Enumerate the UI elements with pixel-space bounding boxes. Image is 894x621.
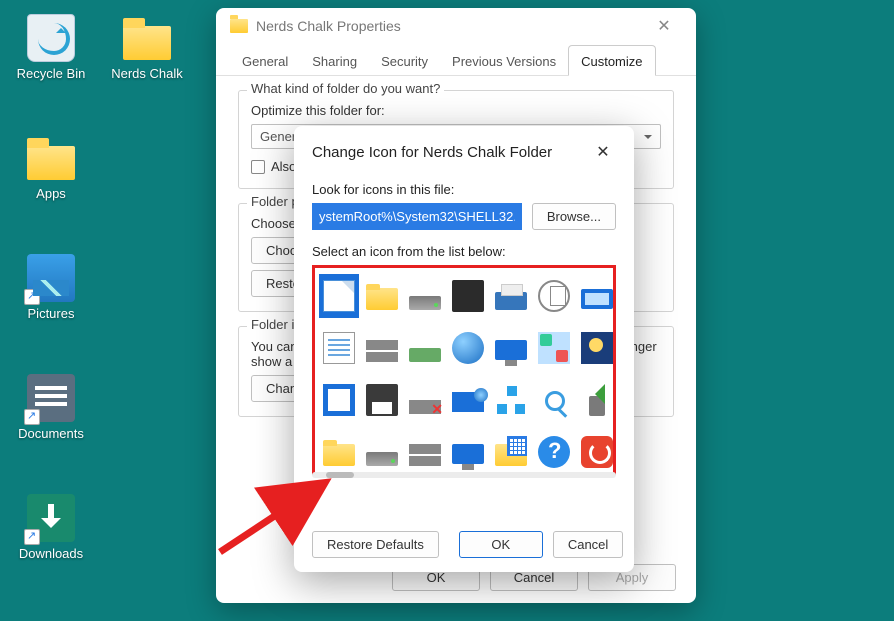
shortcut-arrow-icon: [24, 529, 40, 545]
icon-window[interactable]: [577, 274, 616, 318]
icon-path-input[interactable]: [312, 203, 522, 230]
icon-network-tree[interactable]: [491, 378, 531, 422]
label: Recycle Bin: [6, 66, 96, 81]
tab-previous-versions[interactable]: Previous Versions: [440, 46, 568, 75]
label: Pictures: [6, 306, 96, 321]
label: Apps: [6, 186, 96, 201]
change-icon-dialog: Change Icon for Nerds Chalk Folder ✕ Loo…: [294, 126, 634, 572]
titlebar[interactable]: Nerds Chalk Properties ✕: [216, 8, 696, 44]
icon-chip[interactable]: [448, 274, 488, 318]
label: Documents: [6, 426, 96, 441]
look-label: Look for icons in this file:: [312, 182, 616, 197]
cancel-button[interactable]: Cancel: [553, 531, 623, 558]
icon-search[interactable]: [534, 378, 574, 422]
shortcut-arrow-icon: [24, 409, 40, 425]
documents-icon: [27, 374, 75, 422]
tab-general[interactable]: General: [230, 46, 300, 75]
icon-drive-2[interactable]: [362, 430, 402, 474]
label: Nerds Chalk: [102, 66, 192, 81]
apps-folder[interactable]: Apps: [6, 134, 96, 201]
icon-usb-eject[interactable]: [577, 378, 616, 422]
icon-blank-doc[interactable]: [319, 274, 359, 318]
downloads-shortcut[interactable]: Downloads: [6, 494, 96, 561]
select-label: Select an icon from the list below:: [312, 244, 616, 259]
icon-blue-window[interactable]: [319, 378, 359, 422]
documents-shortcut[interactable]: Documents: [6, 374, 96, 441]
icon-help[interactable]: [534, 430, 574, 474]
label: Downloads: [6, 546, 96, 561]
tab-customize[interactable]: Customize: [568, 45, 655, 76]
icon-monitor-2[interactable]: [448, 430, 488, 474]
icon-drive-stack[interactable]: [362, 326, 402, 370]
icon-power[interactable]: [577, 430, 616, 474]
icon-control-panel[interactable]: [534, 326, 574, 370]
folder-icon: [230, 19, 248, 33]
icon-folder-2[interactable]: [319, 430, 359, 474]
restore-defaults-button[interactable]: Restore Defaults: [312, 531, 439, 558]
icon-recent-doc[interactable]: [534, 274, 574, 318]
folder-icon: [27, 134, 75, 182]
optimize-label: Optimize this folder for:: [251, 103, 661, 118]
icon-drive[interactable]: [405, 274, 445, 318]
icon-list-scrollbar[interactable]: [312, 472, 616, 478]
browse-button[interactable]: Browse...: [532, 203, 616, 230]
dialog-title: Change Icon for Nerds Chalk Folder: [312, 144, 552, 161]
tab-sharing[interactable]: Sharing: [300, 46, 369, 75]
group-legend: What kind of folder do you want?: [247, 81, 444, 96]
downloads-icon: [27, 494, 75, 542]
icon-globe[interactable]: [448, 326, 488, 370]
recycle-bin[interactable]: Recycle Bin: [6, 14, 96, 81]
nerds-chalk-folder[interactable]: Nerds Chalk: [102, 14, 192, 81]
icon-folder[interactable]: [362, 274, 402, 318]
scrollbar-thumb[interactable]: [326, 472, 354, 478]
icon-floppy[interactable]: [362, 378, 402, 422]
shortcut-arrow-icon: [24, 289, 40, 305]
close-button[interactable]: ✕: [590, 142, 616, 162]
icon-text-doc[interactable]: [319, 326, 359, 370]
recycle-bin-icon: [27, 14, 75, 62]
tabs: General Sharing Security Previous Versio…: [216, 44, 696, 76]
pictures-icon: [27, 254, 75, 302]
close-button[interactable]: ✕: [646, 16, 682, 36]
tab-security[interactable]: Security: [369, 46, 440, 75]
icon-monitor[interactable]: [491, 326, 531, 370]
icon-list[interactable]: [312, 265, 616, 475]
icon-night-monitor[interactable]: [577, 326, 616, 370]
dialog-buttons: Restore Defaults OK Cancel: [312, 531, 616, 558]
window-title: Nerds Chalk Properties: [256, 18, 646, 34]
pictures-shortcut[interactable]: Pictures: [6, 254, 96, 321]
icon-drive-monitor[interactable]: [405, 430, 445, 474]
ok-button[interactable]: OK: [459, 531, 543, 558]
dialog-titlebar[interactable]: Change Icon for Nerds Chalk Folder ✕: [312, 142, 616, 162]
icon-printer[interactable]: [491, 274, 531, 318]
icon-drive-disconnect[interactable]: [405, 378, 445, 422]
also-apply-checkbox[interactable]: [251, 160, 265, 174]
folder-icon: [123, 14, 171, 62]
icon-network-monitor[interactable]: [448, 378, 488, 422]
icon-drive-green[interactable]: [405, 326, 445, 370]
icon-folder-calendar[interactable]: [491, 430, 531, 474]
